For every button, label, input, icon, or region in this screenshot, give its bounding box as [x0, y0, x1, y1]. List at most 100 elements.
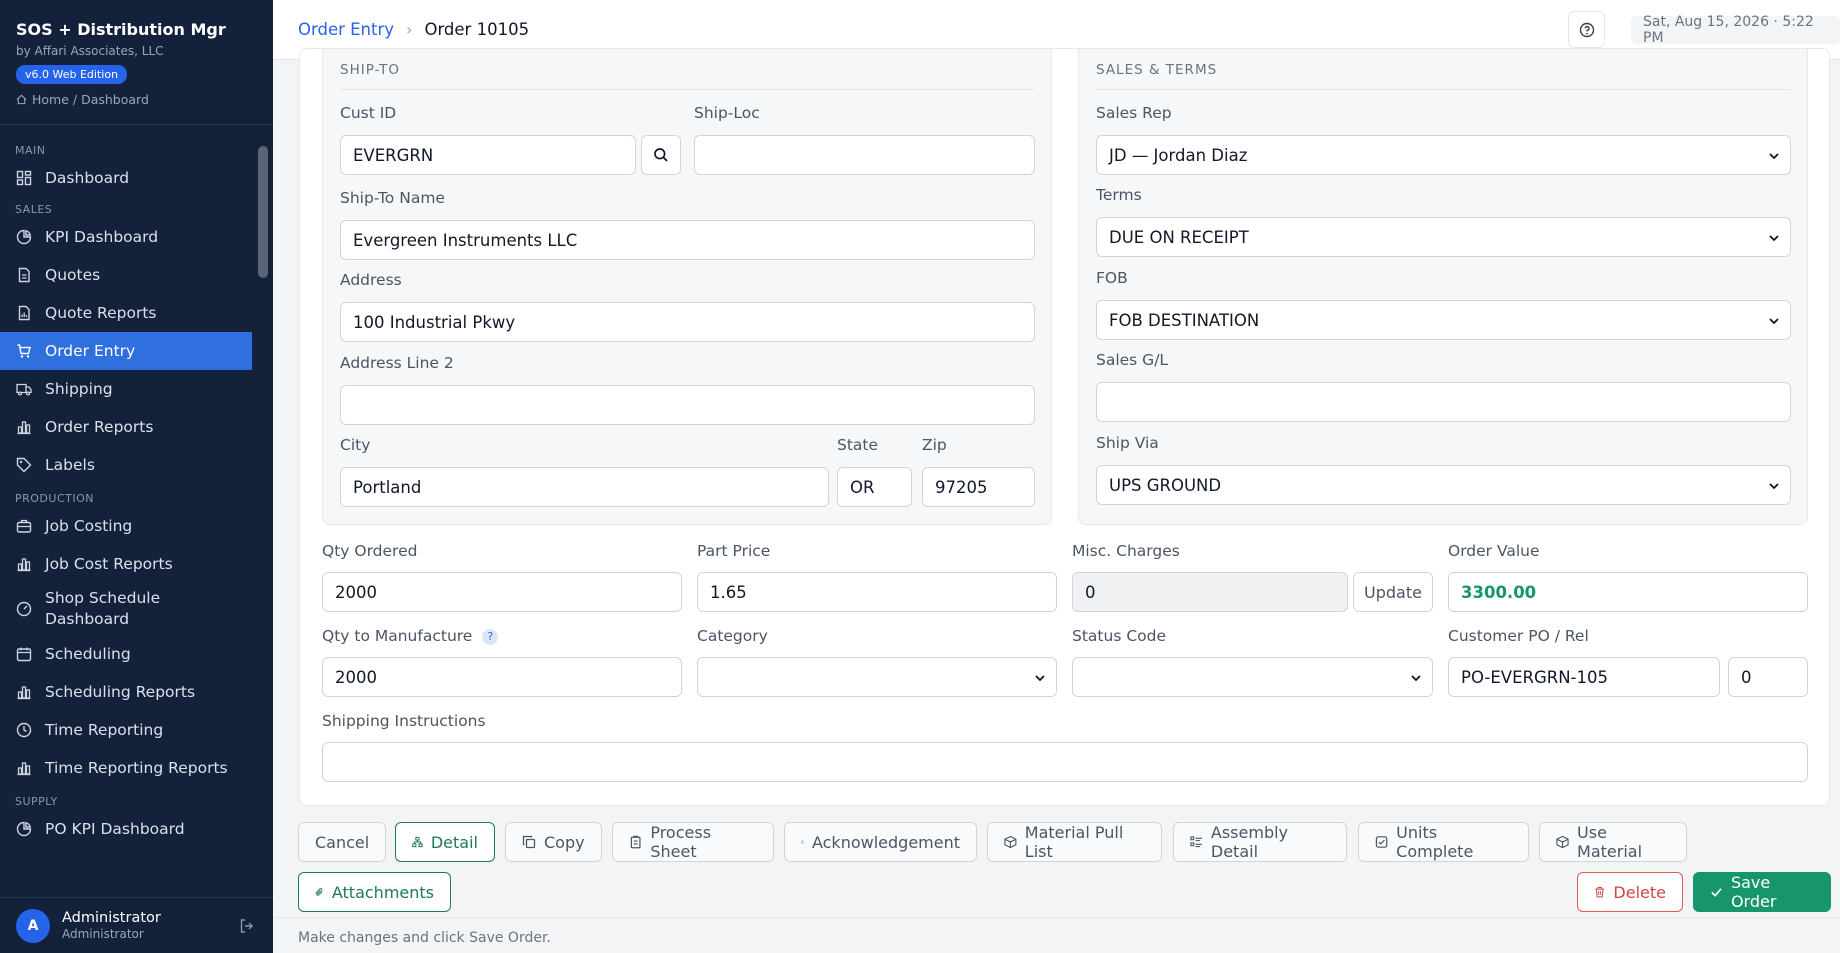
- sidebar-item-quotes[interactable]: Quotes: [0, 256, 252, 294]
- terms-select[interactable]: DUE ON RECEIPT: [1096, 217, 1791, 257]
- sidebar-item-kpi-dashboard[interactable]: KPI Dashboard: [0, 218, 252, 256]
- city-field[interactable]: Portland: [340, 467, 829, 507]
- copy-icon: [522, 835, 536, 849]
- address2-field[interactable]: [340, 385, 1035, 425]
- list-icon: [1190, 836, 1202, 848]
- cancel-button[interactable]: Cancel: [298, 822, 387, 862]
- sidebar-item-scheduling[interactable]: Scheduling: [0, 635, 252, 673]
- sidebar-item-shop-schedule-dashboard[interactable]: Shop Schedule Dashboard: [0, 583, 252, 635]
- material-pull-list-button[interactable]: Material Pull List: [987, 822, 1162, 862]
- sales-rep-select[interactable]: JD — Jordan Diaz: [1096, 135, 1791, 175]
- process-sheet-button[interactable]: Process Sheet: [612, 822, 774, 862]
- qty-ordered-field[interactable]: 2000: [322, 572, 682, 612]
- acknowledgement-button[interactable]: Acknowledgement: [784, 822, 977, 862]
- cust-id-field[interactable]: EVERGRN: [340, 135, 636, 175]
- help-button[interactable]: [1568, 11, 1605, 48]
- cust-id-label: Cust ID: [340, 104, 397, 122]
- part-price-field[interactable]: 1.65: [697, 572, 1057, 612]
- order-value-label: Order Value: [1448, 542, 1540, 560]
- user-name: Administrator: [62, 910, 161, 926]
- shipping-instructions-label: Shipping Instructions: [322, 712, 486, 730]
- sidebar-item-job-cost-reports[interactable]: Job Cost Reports: [0, 545, 252, 583]
- address-label: Address: [340, 271, 402, 289]
- fob-select[interactable]: FOB DESTINATION: [1096, 300, 1791, 340]
- sales-rep-label: Sales Rep: [1096, 104, 1172, 122]
- copy-button[interactable]: Copy: [505, 822, 602, 862]
- chevron-down-icon: [1411, 675, 1421, 682]
- ship-loc-field[interactable]: [694, 135, 1035, 175]
- chevron-down-icon: [1769, 318, 1779, 325]
- zip-field[interactable]: 97205: [922, 467, 1035, 507]
- sidebar-item-dashboard[interactable]: Dashboard: [0, 159, 252, 197]
- nav-section-main: MAIN: [15, 144, 46, 157]
- search-icon: [654, 148, 668, 162]
- sidebar-item-time-reporting[interactable]: Time Reporting: [0, 711, 252, 749]
- attachments-button[interactable]: Attachments: [298, 872, 451, 912]
- cust-search-button[interactable]: [641, 135, 681, 175]
- avatar[interactable]: A: [16, 908, 50, 943]
- ship-via-select[interactable]: UPS GROUND: [1096, 465, 1791, 505]
- category-select[interactable]: [697, 657, 1057, 697]
- sidebar-item-po-kpi-dashboard[interactable]: PO KPI Dashboard: [0, 810, 252, 848]
- sales-rep-value: JD — Jordan Diaz: [1109, 145, 1248, 165]
- ship-via-value: UPS GROUND: [1109, 475, 1222, 495]
- edition-badge: v6.0 Web Edition: [16, 65, 128, 84]
- home-icon: [16, 94, 27, 105]
- sidebar-item-shipping[interactable]: Shipping: [0, 370, 252, 408]
- divider: [273, 917, 1840, 918]
- assembly-detail-button[interactable]: Assembly Detail: [1173, 822, 1347, 862]
- save-order-button-label: Save Order: [1730, 873, 1777, 911]
- sidebar-scrollbar[interactable]: [258, 146, 268, 278]
- detail-button[interactable]: Detail: [395, 822, 495, 862]
- sidebar-item-order-entry[interactable]: Order Entry: [0, 332, 252, 370]
- breadcrumb-order-entry[interactable]: Order Entry: [298, 20, 394, 39]
- use-material-button-label: Use Material: [1577, 823, 1643, 861]
- order-value-field[interactable]: 3300.00: [1448, 572, 1808, 612]
- shipping-instructions-field[interactable]: [322, 742, 1808, 782]
- qty-manufacture-field[interactable]: 2000: [322, 657, 682, 697]
- status-code-select[interactable]: [1072, 657, 1433, 697]
- update-button[interactable]: Update: [1353, 572, 1433, 612]
- sidebar-item-labels[interactable]: Labels: [0, 446, 252, 484]
- sidebar-item-order-reports[interactable]: Order Reports: [0, 408, 252, 446]
- help-tooltip-icon[interactable]: ?: [482, 628, 499, 645]
- sidebar-breadcrumb[interactable]: Home / Dashboard: [16, 92, 257, 107]
- state-field[interactable]: OR: [837, 467, 912, 507]
- chevron-down-icon: [1769, 483, 1779, 490]
- address-field[interactable]: 100 Industrial Pkwy: [340, 302, 1035, 342]
- sidebar-item-time-reporting-reports[interactable]: Time Reporting Reports: [0, 749, 252, 787]
- pie-chart-icon: [16, 821, 32, 837]
- sidebar-item-scheduling-reports[interactable]: Scheduling Reports: [0, 673, 252, 711]
- nav-section-production: PRODUCTION: [15, 492, 94, 505]
- nav-section-supply: SUPPLY: [15, 795, 58, 808]
- release-field[interactable]: 0: [1728, 657, 1808, 697]
- sales-gl-field[interactable]: [1096, 382, 1791, 422]
- save-order-button[interactable]: Save Order: [1693, 872, 1831, 912]
- trash-icon: [1595, 887, 1605, 898]
- use-material-button[interactable]: Use Material: [1539, 822, 1687, 862]
- ship-to-title: SHIP-TO: [340, 62, 401, 78]
- copy-button-label: Copy: [544, 832, 585, 852]
- cancel-button-label: Cancel: [315, 832, 370, 852]
- ship-to-name-field[interactable]: Evergreen Instruments LLC: [340, 220, 1035, 260]
- sidebar-item-quote-reports[interactable]: Quote Reports: [0, 294, 252, 332]
- logout-icon[interactable]: [239, 918, 255, 934]
- sidebar-item-label-line1: Shop Schedule: [45, 589, 161, 607]
- address2-label: Address Line 2: [340, 354, 454, 372]
- sidebar-item-label: KPI Dashboard: [45, 228, 159, 246]
- delete-button[interactable]: Delete: [1577, 872, 1683, 912]
- clipboard-icon: [630, 835, 641, 849]
- fob-value: FOB DESTINATION: [1109, 310, 1260, 330]
- units-complete-button[interactable]: Units Complete: [1358, 822, 1529, 862]
- sidebar-item-label: Time Reporting Reports: [45, 759, 228, 777]
- category-label: Category: [697, 627, 768, 645]
- assembly-detail-button-label: Assembly Detail: [1210, 823, 1289, 861]
- tag-icon: [16, 457, 32, 473]
- misc-charges-field[interactable]: 0: [1072, 572, 1348, 612]
- report-icon: [18, 305, 30, 321]
- sidebar-item-job-costing[interactable]: Job Costing: [0, 507, 252, 545]
- customer-po-field[interactable]: PO-EVERGRN-105: [1448, 657, 1720, 697]
- status-hint: Make changes and click Save Order.: [298, 930, 551, 946]
- box-icon: [1556, 835, 1569, 849]
- ship-loc-label: Ship-Loc: [694, 104, 760, 122]
